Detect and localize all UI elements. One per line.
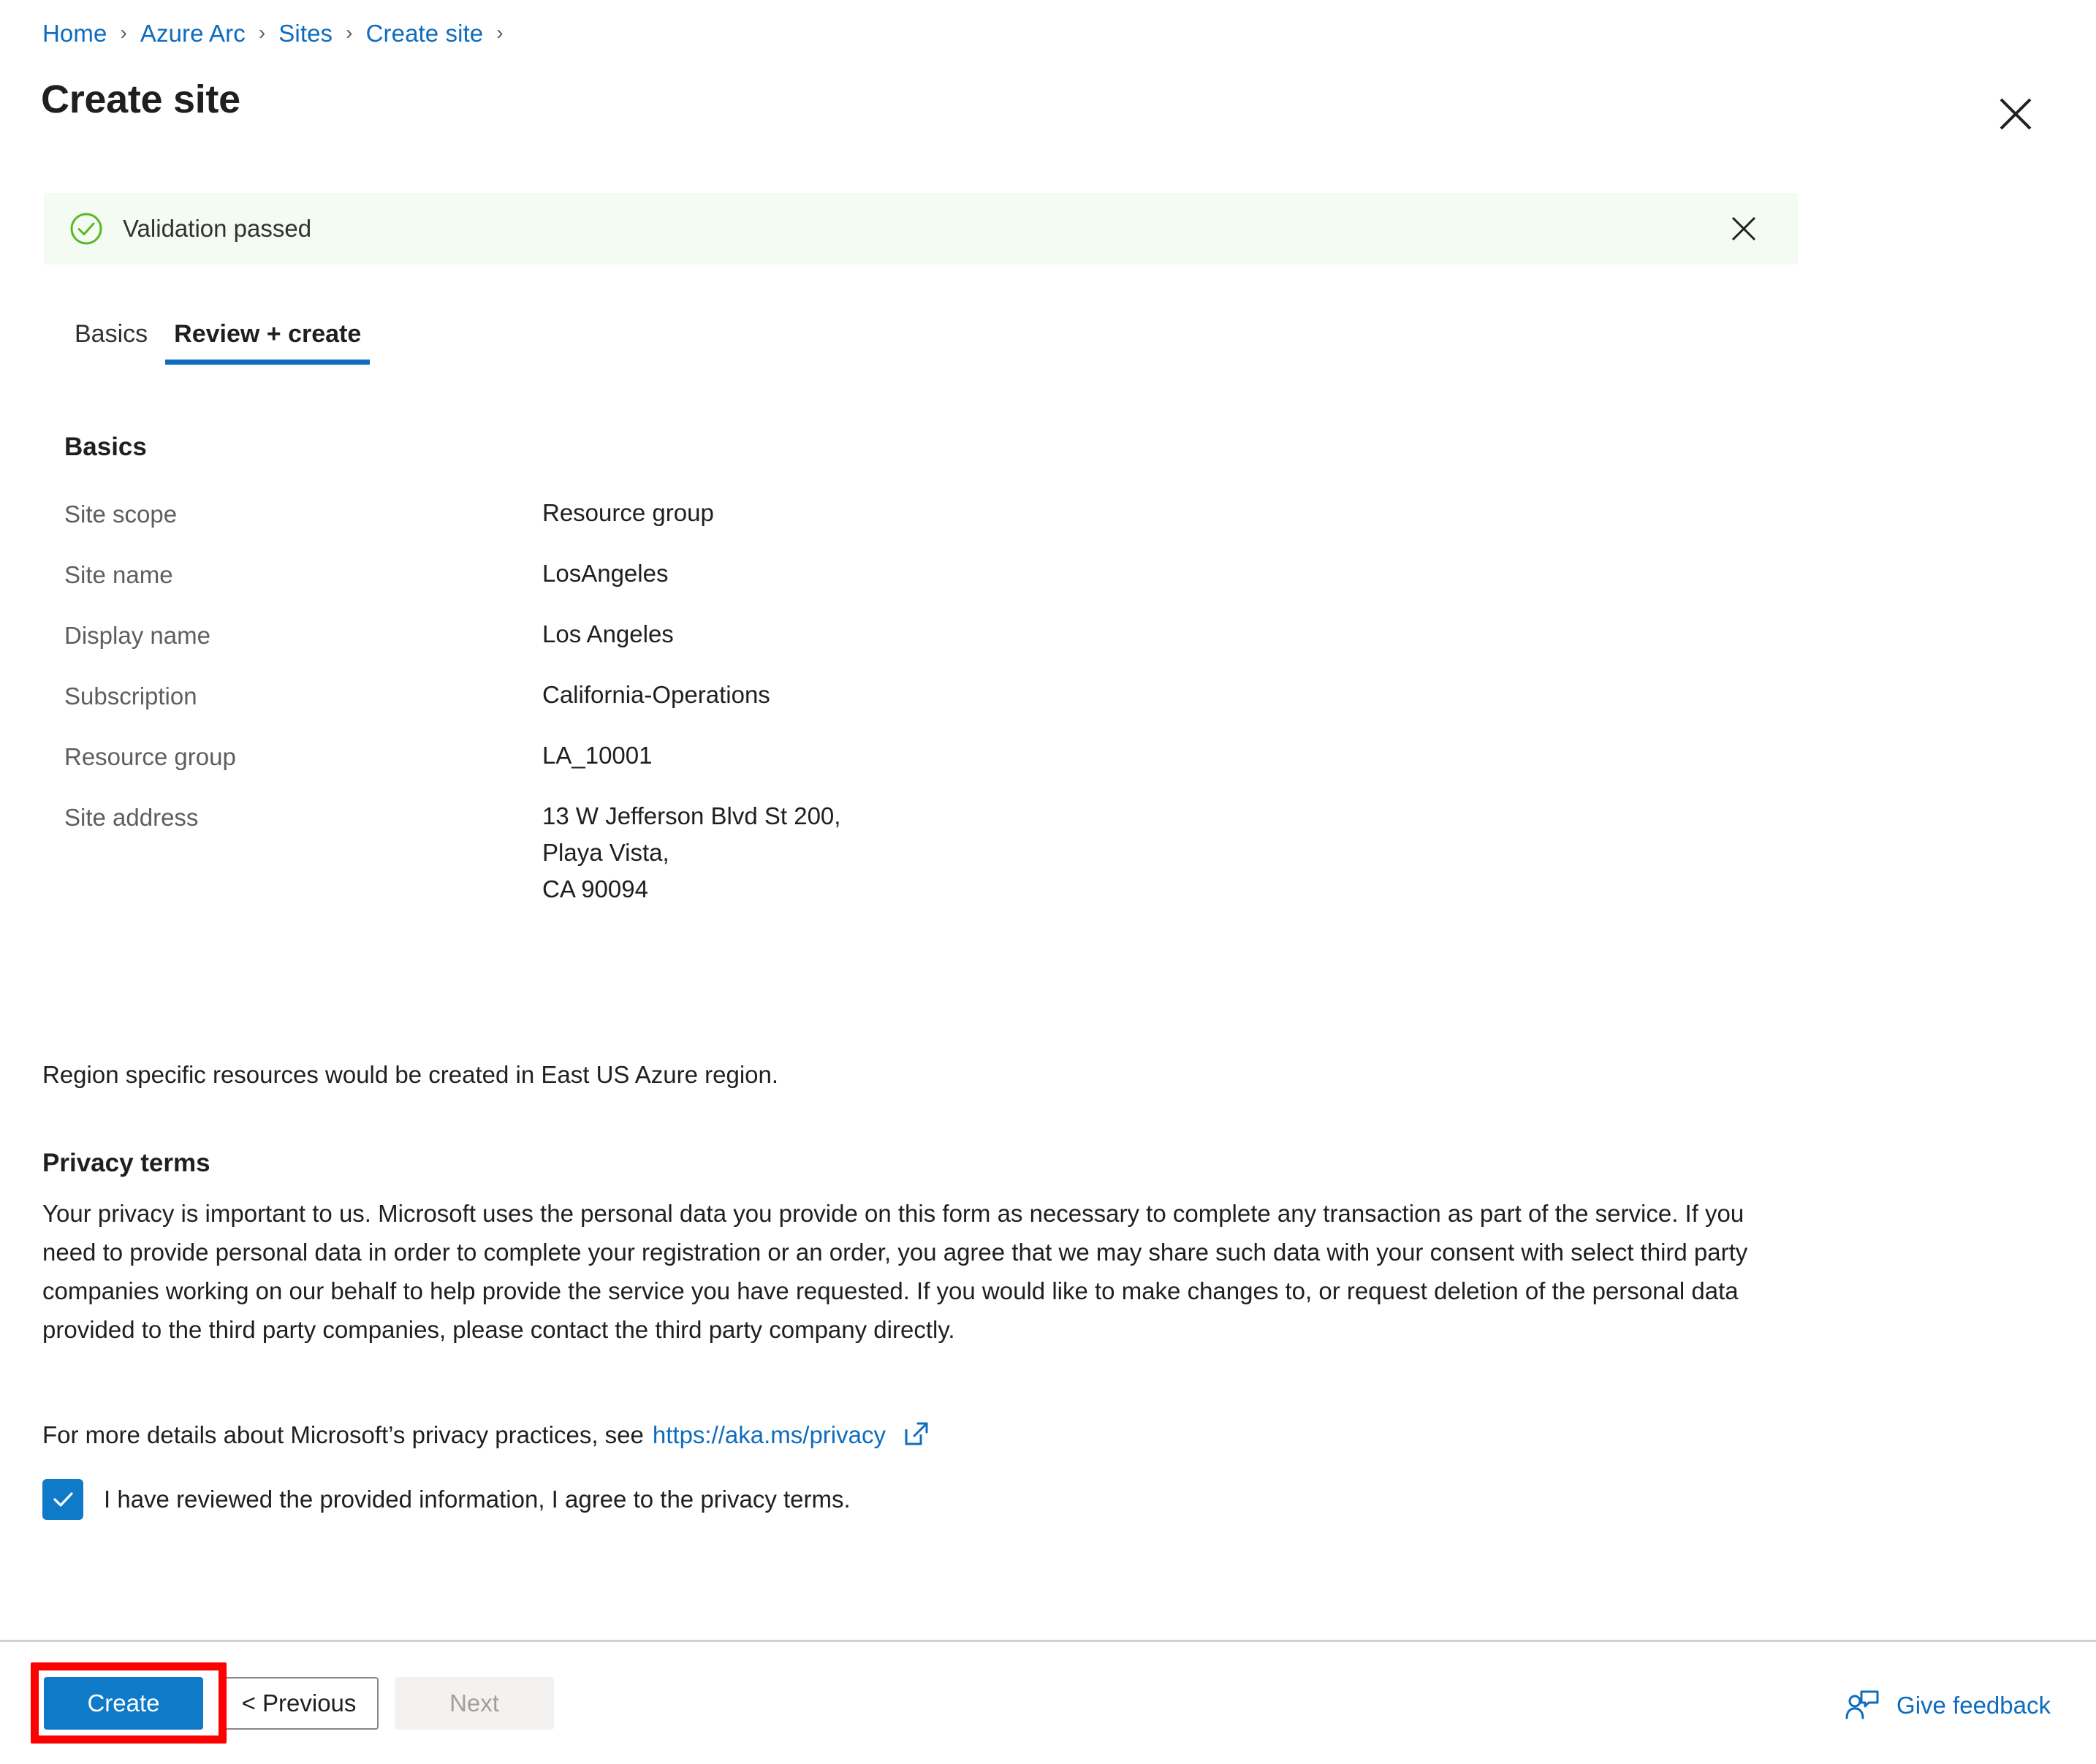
region-note: Region specific resources would be creat…: [42, 1061, 779, 1088]
privacy-consent-row: I have reviewed the provided information…: [42, 1479, 851, 1520]
create-site-blade: Home › Azure Arc › Sites › Create site ›…: [0, 0, 2096, 1764]
validation-banner-message: Validation passed: [123, 215, 312, 242]
breadcrumb-separator-icon: ›: [496, 21, 504, 44]
privacy-more-text: For more details about Microsoft’s priva…: [42, 1421, 644, 1448]
person-feedback-icon: [1845, 1690, 1879, 1719]
summary-row-resource-group: Resource group LA_10001: [0, 743, 2096, 804]
summary-label: Subscription: [64, 683, 197, 710]
external-link-icon[interactable]: [902, 1419, 931, 1448]
summary-value: Los Angeles: [542, 620, 674, 647]
address-line: 13 W Jefferson Blvd St 200,: [542, 802, 841, 829]
previous-button[interactable]: < Previous: [219, 1677, 379, 1730]
summary-label: Site name: [64, 561, 173, 588]
address-line: CA 90094: [542, 875, 648, 902]
wizard-footer: Create < Previous Next Give feedback: [0, 1642, 2096, 1764]
privacy-consent-checkbox[interactable]: [42, 1479, 83, 1520]
next-button: Next: [395, 1677, 554, 1730]
breadcrumb-item-create-site[interactable]: Create site: [366, 20, 484, 47]
section-heading-basics: Basics: [64, 433, 147, 461]
give-feedback-link[interactable]: Give feedback: [1844, 1687, 2051, 1724]
summary-row-subscription: Subscription California-Operations: [0, 683, 2096, 743]
breadcrumb-separator-icon: ›: [120, 21, 127, 44]
page-title: Create site: [41, 77, 240, 121]
tab-basics[interactable]: Basics: [61, 320, 161, 365]
section-heading-privacy-terms: Privacy terms: [42, 1149, 210, 1177]
summary-value-address: 13 W Jefferson Blvd St 200, Playa Vista,…: [542, 804, 840, 901]
address-line: Playa Vista,: [542, 839, 669, 866]
summary-label: Site scope: [64, 501, 178, 528]
summary-label: Site address: [64, 804, 199, 831]
summary-label: Resource group: [64, 743, 236, 770]
breadcrumb-separator-icon: ›: [346, 21, 353, 44]
wizard-tabs: Basics Review + create: [61, 320, 374, 365]
privacy-more-details: For more details about Microsoft’s priva…: [42, 1421, 931, 1450]
close-icon: [2000, 98, 2032, 130]
summary-row-site-address: Site address 13 W Jefferson Blvd St 200,…: [0, 804, 2096, 934]
footer-button-group: Create < Previous Next: [44, 1677, 554, 1730]
create-button[interactable]: Create: [44, 1677, 203, 1730]
privacy-terms-text: Your privacy is important to us. Microso…: [42, 1200, 1748, 1343]
summary-label: Display name: [64, 622, 210, 649]
close-icon: [1731, 216, 1756, 241]
summary-value: LA_10001: [542, 742, 653, 769]
summary-value: Resource group: [542, 499, 714, 526]
checkmark-icon: [53, 1492, 73, 1507]
summary-row-display-name: Display name Los Angeles: [0, 622, 2096, 683]
summary-row-site-scope: Site scope Resource group: [0, 501, 2096, 561]
privacy-consent-label[interactable]: I have reviewed the provided information…: [104, 1486, 851, 1513]
summary-value: LosAngeles: [542, 560, 669, 587]
breadcrumb-item-azure-arc[interactable]: Azure Arc: [140, 20, 246, 47]
dismiss-banner-button[interactable]: [1728, 213, 1760, 245]
summary-value: California-Operations: [542, 681, 770, 708]
tab-review-create[interactable]: Review + create: [161, 320, 374, 365]
basics-summary-list: Site scope Resource group Site name LosA…: [0, 501, 2096, 934]
check-circle-icon: [70, 213, 102, 245]
breadcrumb-separator-icon: ›: [258, 21, 266, 44]
summary-row-site-name: Site name LosAngeles: [0, 561, 2096, 622]
close-blade-button[interactable]: [1995, 94, 2036, 134]
breadcrumb-item-home[interactable]: Home: [42, 20, 107, 47]
breadcrumb-item-sites[interactable]: Sites: [278, 20, 333, 47]
validation-banner: Validation passed: [44, 193, 1798, 265]
breadcrumb: Home › Azure Arc › Sites › Create site ›: [42, 16, 517, 51]
give-feedback-label: Give feedback: [1896, 1692, 2051, 1719]
privacy-policy-link[interactable]: https://aka.ms/privacy: [653, 1421, 886, 1449]
